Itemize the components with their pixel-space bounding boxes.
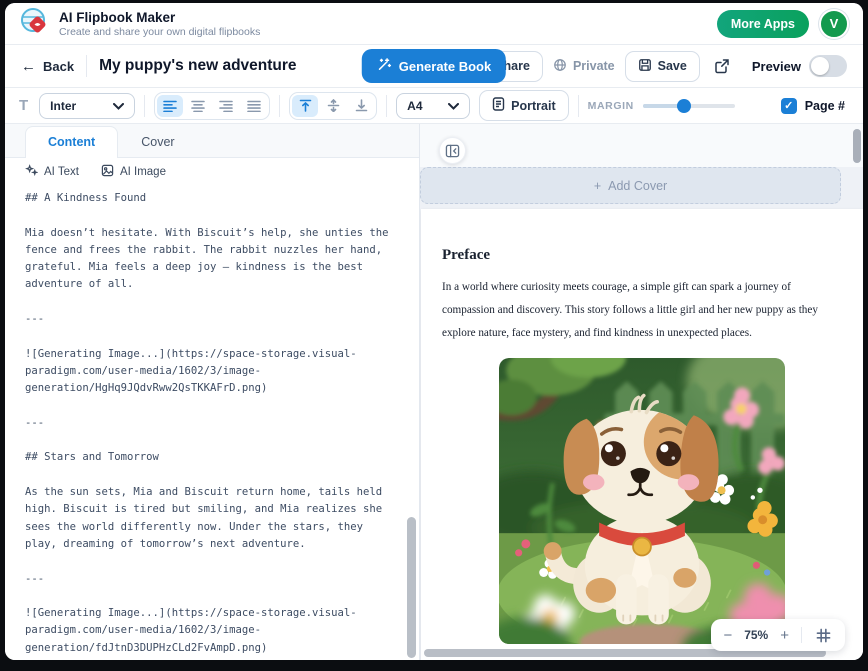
divider — [801, 627, 802, 643]
markdown-editor-content[interactable]: ## A Kindness Found Mia doesn’t hesitate… — [25, 190, 395, 660]
align-center-button[interactable] — [185, 95, 211, 117]
document-icon — [492, 97, 505, 114]
magic-wand-icon — [377, 57, 392, 75]
private-button[interactable]: Private — [553, 58, 615, 75]
app-logo-icon — [19, 6, 49, 41]
ai-tools-row: AI Text AI Image — [5, 158, 419, 186]
format-bar: T Inter — [5, 88, 863, 124]
image-icon — [101, 164, 114, 180]
toggle-knob — [811, 57, 829, 75]
margin-slider[interactable] — [643, 104, 735, 108]
page-number-checkbox[interactable] — [781, 98, 797, 114]
document-title: My puppy's new adventure — [99, 57, 296, 75]
divider — [144, 95, 145, 117]
globe-icon — [553, 58, 567, 75]
collapse-panel-button[interactable] — [439, 137, 466, 164]
page-size-select[interactable]: A4 — [396, 93, 470, 119]
puppy-illustration — [499, 358, 785, 644]
preview-label: Preview — [752, 59, 801, 74]
margin-label: MARGIN — [588, 100, 634, 112]
valign-middle-button[interactable] — [320, 95, 346, 117]
editor-panel: Content Cover AI Text — [5, 124, 420, 660]
app-title: AI Flipbook Maker — [59, 10, 260, 25]
zoom-level: 75% — [744, 628, 768, 642]
editor-scrollbar-thumb[interactable] — [407, 517, 416, 658]
tab-cover[interactable]: Cover — [118, 126, 197, 158]
more-apps-button[interactable]: More Apps — [717, 10, 809, 38]
typography-icon: T — [17, 97, 30, 114]
align-left-button[interactable] — [157, 95, 183, 117]
zoom-in-button[interactable]: + — [778, 626, 791, 645]
ai-image-button[interactable]: AI Image — [101, 164, 166, 180]
fit-frame-button[interactable] — [812, 624, 835, 647]
ai-text-button[interactable]: AI Text — [25, 164, 79, 180]
chevron-down-icon — [448, 99, 459, 113]
app-subtitle: Create and share your own digital flipbo… — [59, 26, 260, 38]
page-paragraph: In a world where curiosity meets courage… — [442, 276, 825, 345]
document-toolbar: ← Back My puppy's new adventure Generate… — [5, 45, 863, 88]
tab-content[interactable]: Content — [25, 126, 118, 158]
open-external-button[interactable] — [710, 54, 734, 78]
editor-tabbar: Content Cover — [5, 124, 419, 158]
vertical-align-group — [289, 92, 377, 120]
sparkles-icon — [25, 164, 38, 180]
chevron-down-icon — [113, 99, 124, 113]
generate-book-button[interactable]: Generate Book — [362, 49, 506, 83]
save-icon — [638, 58, 652, 75]
add-cover-dropzone[interactable]: + Add Cover — [420, 167, 841, 204]
preview-toggle[interactable] — [809, 55, 847, 77]
app-window: AI Flipbook Maker Create and share your … — [5, 3, 863, 660]
app-title-block: AI Flipbook Maker Create and share your … — [59, 10, 260, 38]
align-right-button[interactable] — [213, 95, 239, 117]
back-arrow-icon: ← — [21, 58, 36, 75]
flipbook-page: Preface In a world where curiosity meets… — [421, 209, 863, 660]
preview-vertical-scrollbar-thumb[interactable] — [853, 129, 861, 163]
zoom-out-button[interactable]: − — [721, 626, 734, 645]
valign-bottom-button[interactable] — [348, 95, 374, 117]
margin-slider-knob[interactable] — [677, 99, 691, 113]
text-align-group — [154, 92, 270, 120]
divider — [86, 55, 87, 77]
font-family-select[interactable]: Inter — [39, 93, 135, 119]
plus-icon: + — [594, 179, 601, 193]
user-avatar[interactable]: V — [819, 9, 849, 39]
valign-top-button[interactable] — [292, 95, 318, 117]
divider — [279, 95, 280, 117]
app-header: AI Flipbook Maker Create and share your … — [5, 3, 863, 45]
preview-top-strip — [420, 124, 863, 167]
align-justify-button[interactable] — [241, 95, 267, 117]
divider — [386, 95, 387, 117]
zoom-controls: − 75% + — [711, 619, 845, 651]
back-button[interactable]: ← Back — [21, 58, 74, 75]
page-heading: Preface — [442, 247, 825, 264]
markdown-editor[interactable]: ## A Kindness Found Mia doesn’t hesitate… — [5, 186, 419, 660]
page-number-label: Page # — [805, 99, 845, 113]
divider — [578, 95, 579, 117]
save-button[interactable]: Save — [625, 51, 700, 82]
preview-panel: + Add Cover Preface In a world where cur… — [420, 124, 863, 660]
orientation-button[interactable]: Portrait — [479, 90, 568, 121]
